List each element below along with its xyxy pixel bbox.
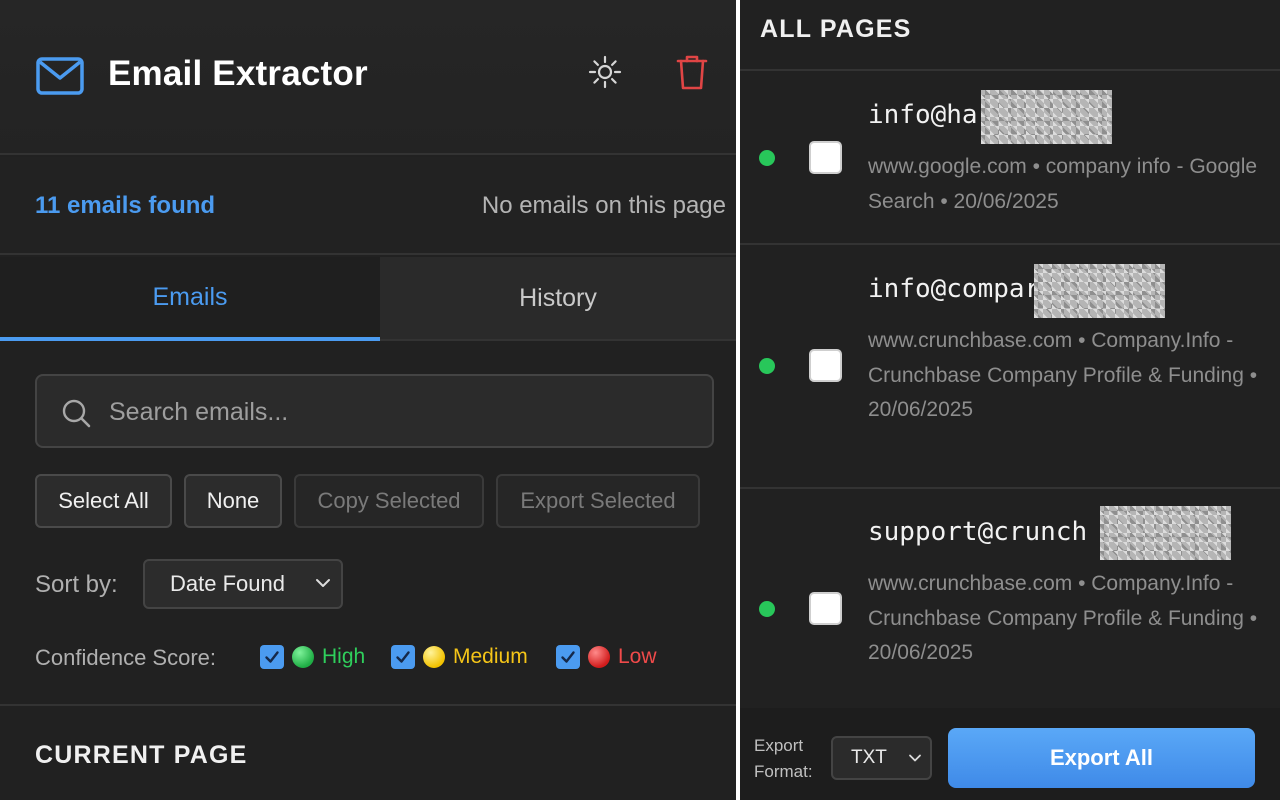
- confidence-low-filter[interactable]: Low: [556, 644, 657, 670]
- clear-all-button[interactable]: [670, 50, 714, 94]
- redacted-pixelation: [1100, 506, 1231, 560]
- copy-selected-button[interactable]: Copy Selected: [294, 474, 484, 528]
- search-icon: [62, 399, 91, 428]
- email-source-meta: www.crunchbase.com • Company.Info - Crun…: [868, 572, 1258, 664]
- confidence-high-filter[interactable]: High: [260, 644, 365, 670]
- export-selected-button[interactable]: Export Selected: [496, 474, 700, 528]
- tab-bar: Emails History: [0, 257, 736, 341]
- chevron-down-icon: [316, 579, 330, 587]
- export-format-label: Export Format:: [754, 736, 813, 781]
- search-input[interactable]: [109, 392, 699, 432]
- app-header: Email Extractor: [0, 0, 736, 155]
- checkbox-checked-icon[interactable]: [556, 645, 580, 669]
- all-pages-panel: ALL PAGES info@ha www.google.com • compa…: [740, 0, 1280, 800]
- email-address: info@ha: [868, 100, 978, 130]
- email-address: info@compar: [868, 274, 1041, 304]
- status-dot: [759, 150, 775, 166]
- confidence-label: Confidence Score:: [35, 645, 216, 670]
- checkbox-checked-icon[interactable]: [391, 645, 415, 669]
- green-circle-icon: [292, 646, 314, 668]
- page-status-text: No emails on this page: [481, 192, 726, 219]
- export-footer: Export Format: TXT Export All: [740, 708, 1280, 800]
- tab-history[interactable]: History: [380, 257, 736, 341]
- extractor-panel: Email Extractor 11 emails found No email…: [0, 0, 736, 800]
- sun-icon: [588, 55, 622, 89]
- theme-toggle-button[interactable]: [583, 50, 627, 94]
- redacted-pixelation: [981, 90, 1112, 144]
- app-title: Email Extractor: [108, 54, 368, 93]
- all-pages-heading: ALL PAGES: [760, 15, 912, 43]
- stats-bar: 11 emails found No emails on this page: [0, 157, 736, 255]
- section-divider: [0, 704, 736, 706]
- search-box: [35, 374, 714, 448]
- email-list-item: support@crunch www.crunchbase.com • Comp…: [740, 490, 1280, 710]
- email-source-meta: www.google.com • company info - Google S…: [868, 155, 1258, 213]
- confidence-high-label: High: [322, 645, 366, 668]
- confidence-medium-label: Medium: [453, 645, 528, 668]
- export-format-value: TXT: [851, 747, 887, 768]
- email-checkbox[interactable]: [809, 592, 842, 625]
- tab-emails[interactable]: Emails: [0, 257, 380, 341]
- mail-icon: [36, 57, 84, 95]
- sort-value: Date Found: [170, 571, 285, 596]
- redacted-pixelation: [1034, 264, 1165, 318]
- email-checkbox[interactable]: [809, 141, 842, 174]
- sort-select[interactable]: Date Found: [143, 559, 343, 609]
- export-format-select[interactable]: TXT: [831, 736, 932, 780]
- email-source-meta: www.crunchbase.com • Company.Info - Crun…: [868, 329, 1258, 421]
- email-list-item: info@ha www.google.com • company info - …: [740, 73, 1280, 245]
- yellow-circle-icon: [423, 646, 445, 668]
- confidence-medium-filter[interactable]: Medium: [391, 644, 528, 670]
- confidence-low-label: Low: [618, 645, 657, 668]
- email-list-item: info@compar www.crunchbase.com • Company…: [740, 246, 1280, 489]
- checkbox-checked-icon[interactable]: [260, 645, 284, 669]
- email-checkbox[interactable]: [809, 349, 842, 382]
- status-dot: [759, 601, 775, 617]
- chevron-down-icon: [909, 754, 921, 762]
- current-page-heading: CURRENT PAGE: [35, 741, 248, 769]
- red-circle-icon: [588, 646, 610, 668]
- select-none-button[interactable]: None: [184, 474, 282, 528]
- export-all-button[interactable]: Export All: [948, 728, 1255, 788]
- status-dot: [759, 358, 775, 374]
- trash-icon: [676, 55, 708, 90]
- emails-found-count: 11 emails found: [35, 192, 216, 219]
- sort-label: Sort by:: [35, 571, 118, 598]
- email-address: support@crunch: [868, 517, 1088, 547]
- all-pages-header: ALL PAGES: [740, 0, 1280, 71]
- select-all-button[interactable]: Select All: [35, 474, 172, 528]
